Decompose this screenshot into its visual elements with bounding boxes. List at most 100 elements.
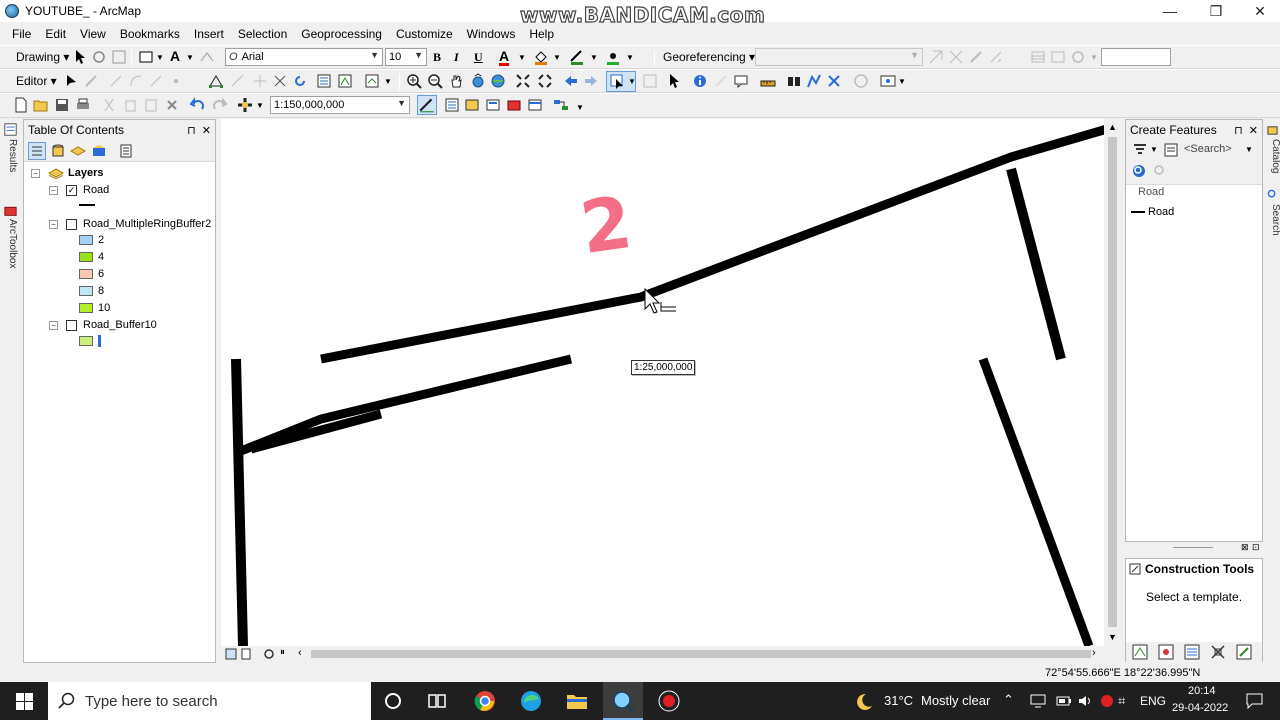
pin-icon[interactable]: ⊓ <box>1234 125 1243 137</box>
layout-view-icon[interactable] <box>240 648 252 660</box>
rotate-georef-icon[interactable] <box>1070 49 1086 65</box>
sketch-properties-icon[interactable] <box>337 73 353 89</box>
georef-layer-select[interactable]: ▼ <box>755 48 923 66</box>
search-tab[interactable]: Search <box>1266 204 1280 236</box>
menu-selection[interactable]: Selection <box>231 27 294 41</box>
forward-extent-icon[interactable] <box>583 73 599 89</box>
panel-splitter[interactable]: ⊠ ⊡ <box>1125 542 1263 555</box>
minimize-button[interactable]: — <box>1148 0 1192 22</box>
catalog-icon[interactable] <box>1267 125 1278 136</box>
feature-template-icon[interactable] <box>1132 644 1148 660</box>
menu-customize[interactable]: Customize <box>389 27 460 41</box>
fixed-zoom-out-icon[interactable] <box>537 73 553 89</box>
edit-vertices-icon[interactable] <box>199 49 215 65</box>
list-by-drawing-order-icon[interactable] <box>28 142 46 160</box>
georef-shift-icon[interactable] <box>948 49 964 65</box>
georef-scale-icon[interactable] <box>968 49 984 65</box>
scroll-thumb[interactable] <box>1108 137 1117 627</box>
chevron-down-icon[interactable]: ▼ <box>384 77 392 86</box>
hyperlink-icon[interactable] <box>713 73 729 89</box>
html-popup-icon[interactable] <box>733 73 749 89</box>
find-icon[interactable] <box>786 73 802 89</box>
italic-button[interactable]: I <box>454 50 459 65</box>
clock-time[interactable]: 20:14 <box>1188 685 1216 697</box>
scroll-down-icon[interactable]: ▼ <box>1108 632 1117 642</box>
moon-weather-icon[interactable] <box>854 692 874 712</box>
templates-icon[interactable] <box>1163 142 1179 158</box>
create-features-icon[interactable] <box>364 73 380 89</box>
layer-road[interactable]: − ✓ Road <box>49 182 109 198</box>
arctoolbox-icon[interactable] <box>4 204 17 217</box>
chevron-down-icon[interactable]: ▼ <box>186 53 194 62</box>
menu-help[interactable]: Help <box>522 27 561 41</box>
menu-insert[interactable]: Insert <box>187 27 231 41</box>
edit-vertices-icon[interactable] <box>208 73 224 89</box>
font-color-button[interactable]: A <box>499 48 509 64</box>
language-indicator[interactable]: ENG <box>1140 694 1166 708</box>
reshape-icon[interactable] <box>230 73 246 89</box>
edit-annotation-icon[interactable] <box>83 73 99 89</box>
go-to-xy-icon[interactable] <box>826 73 842 89</box>
fill-color-icon[interactable] <box>533 49 549 65</box>
menu-bookmarks[interactable]: Bookmarks <box>113 27 187 41</box>
chevron-down-icon[interactable]: ▼ <box>518 53 526 62</box>
results-icon[interactable] <box>4 123 17 136</box>
model-builder-icon[interactable] <box>553 97 569 113</box>
georef-value-input[interactable] <box>1101 48 1171 66</box>
arctoolbox-tab[interactable]: ArcToolbox <box>3 219 18 268</box>
expand-icon[interactable]: ⊡ <box>1252 542 1260 553</box>
layer-visibility-checkbox[interactable] <box>66 218 77 230</box>
new-text-icon[interactable]: A <box>170 48 180 64</box>
rotate-icon[interactable] <box>91 49 107 65</box>
view-link-table-icon[interactable] <box>1030 49 1046 65</box>
find-route-icon[interactable] <box>806 73 822 89</box>
edit-tool-icon[interactable] <box>63 73 79 89</box>
notifications-icon[interactable] <box>1246 693 1263 709</box>
rotate-edit-icon[interactable] <box>292 73 308 89</box>
editor-toolbar-icon[interactable] <box>417 95 437 115</box>
template-item[interactable]: Road <box>1131 204 1257 219</box>
organize-icon[interactable] <box>1210 644 1226 660</box>
georeferencing-menu[interactable]: Georeferencing ▾ <box>663 50 755 64</box>
map-scale-select[interactable]: 1:150,000,000 ▼ <box>270 96 410 114</box>
split-icon[interactable] <box>272 73 288 89</box>
scroll-left-icon[interactable]: ‹ <box>298 647 302 659</box>
map-vertical-scrollbar[interactable]: ▲ ▼ <box>1104 119 1121 646</box>
catalog-tab[interactable]: Catalog <box>1266 139 1280 173</box>
georef-rotate-icon[interactable] <box>928 49 944 65</box>
copy-icon[interactable] <box>122 97 138 113</box>
cut-polygons-icon[interactable] <box>252 73 268 89</box>
cortana-icon[interactable] <box>381 689 405 713</box>
list-by-selection-icon[interactable] <box>91 143 107 159</box>
menu-file[interactable]: File <box>5 27 38 41</box>
layer-road-buffer10[interactable]: − Road_Buffer10 <box>49 317 157 333</box>
map-view[interactable]: 2 1:25,000,000 <box>221 119 1107 646</box>
bold-button[interactable]: B <box>433 50 441 65</box>
create-viewer-icon[interactable] <box>880 73 896 89</box>
table-of-contents-icon[interactable] <box>444 97 460 113</box>
python-window-icon[interactable] <box>527 97 543 113</box>
list-by-source-icon[interactable] <box>50 143 66 159</box>
select-elements-icon[interactable] <box>72 49 88 65</box>
editor-menu[interactable]: Editor ▾ <box>16 74 57 88</box>
search-icon[interactable] <box>1131 163 1147 179</box>
chevron-down-icon[interactable]: ▼ <box>626 53 634 62</box>
fixed-zoom-in-icon[interactable] <box>515 73 531 89</box>
layer-road-multipleringbuffer2[interactable]: − Road_MultipleRingBuffer2 <box>49 216 211 232</box>
catalog-window-icon[interactable] <box>464 97 480 113</box>
chevron-down-icon[interactable]: ▼ <box>576 103 584 112</box>
hashtag-icon[interactable]: ⌗ <box>1118 693 1125 709</box>
pin-icon[interactable]: ⊓ <box>187 125 196 137</box>
rectangle-icon[interactable] <box>138 49 154 65</box>
close-icon[interactable]: ✕ <box>202 125 211 137</box>
close-button[interactable]: ✕ <box>1238 0 1280 22</box>
undo-icon[interactable] <box>190 97 206 113</box>
layers-root[interactable]: − Layers <box>31 165 103 181</box>
font-size-select[interactable]: 10 ▼ <box>385 48 427 66</box>
weather-condition[interactable]: Mostly clear <box>921 693 990 708</box>
windows-start-icon[interactable] <box>16 693 33 710</box>
list-by-visibility-icon[interactable] <box>70 143 86 159</box>
maximize-button[interactable]: ❐ <box>1194 0 1238 22</box>
chevron-down-icon[interactable]: ▼ <box>256 101 264 110</box>
edge-icon[interactable] <box>519 689 543 713</box>
